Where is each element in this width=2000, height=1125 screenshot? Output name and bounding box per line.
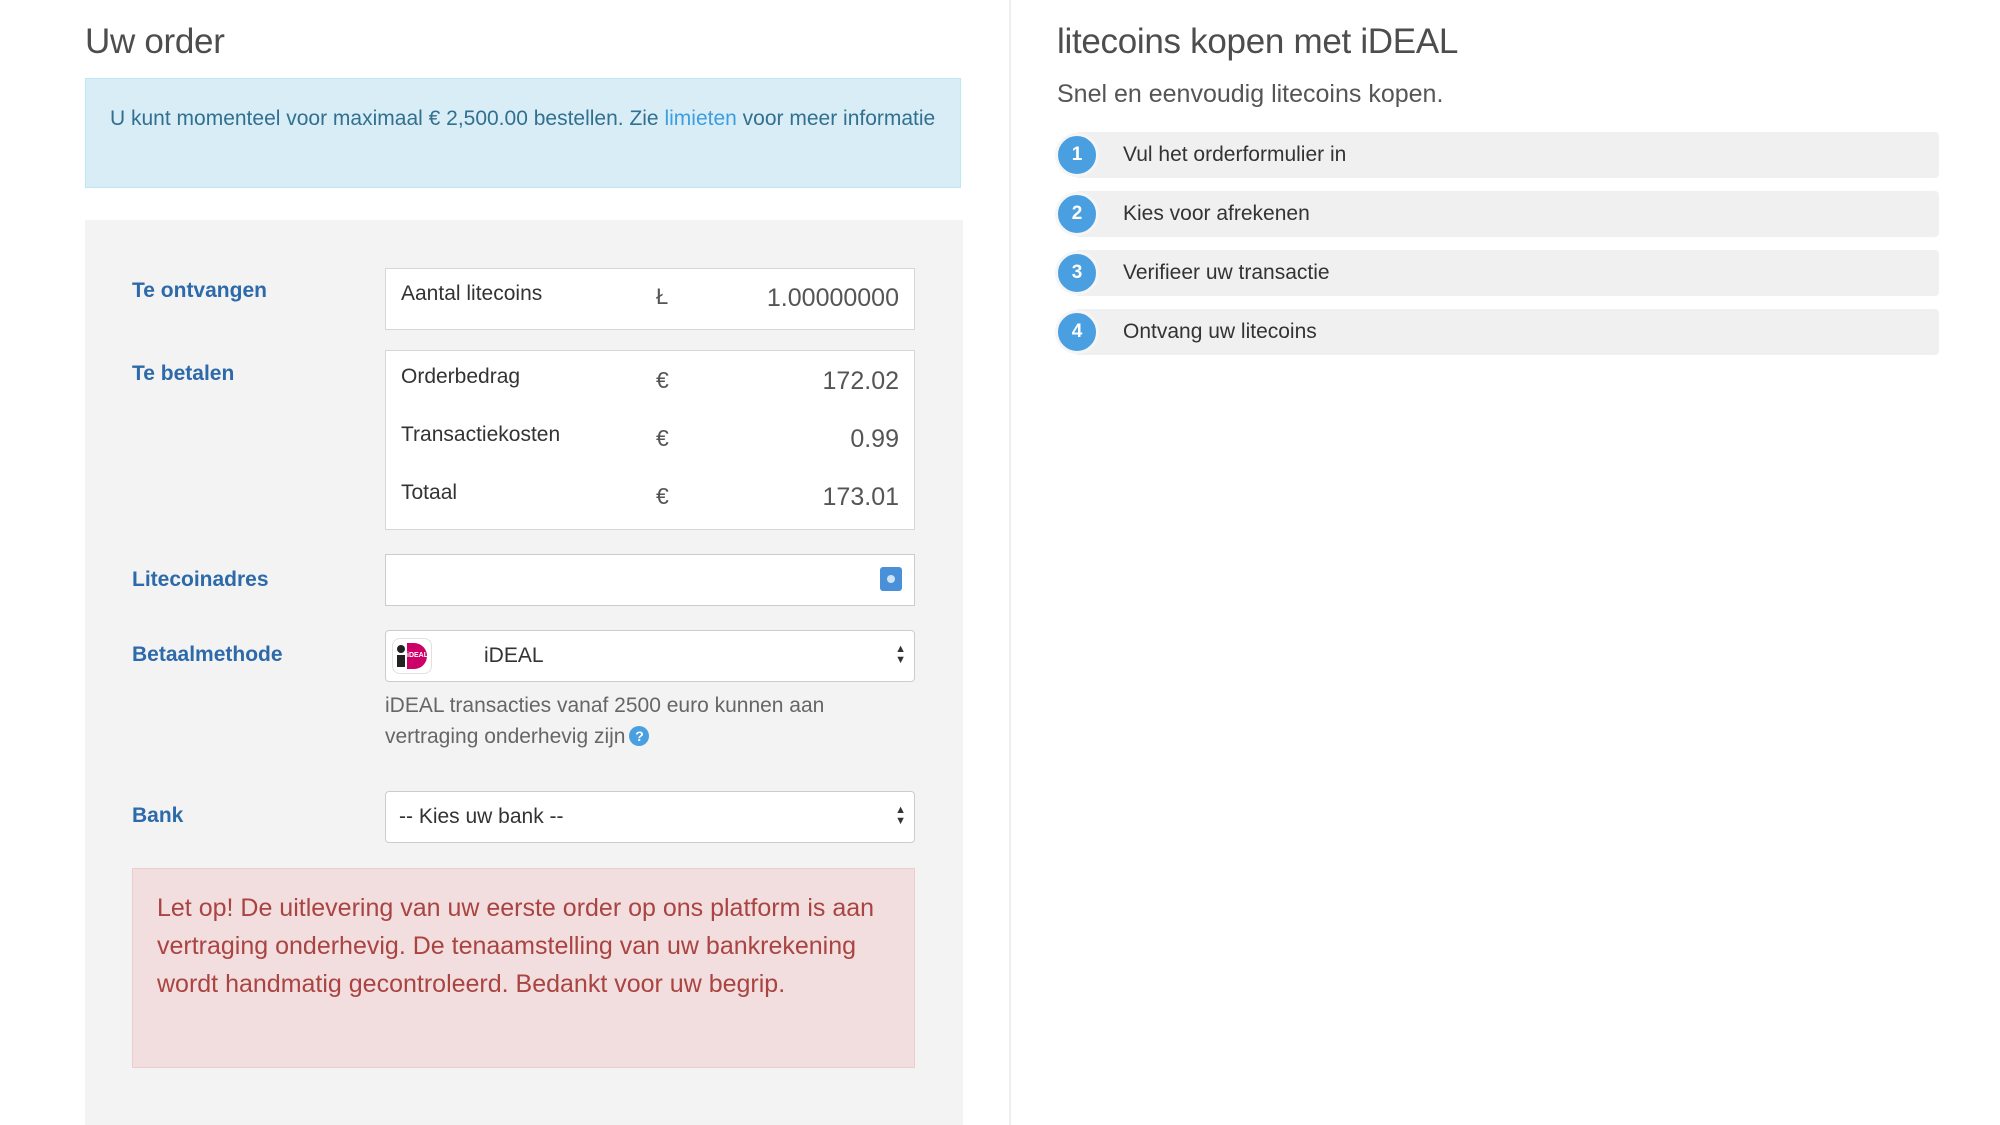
order-amount-value: 172.02 bbox=[822, 367, 899, 395]
help-icon[interactable]: ? bbox=[629, 726, 650, 746]
step-number-badge: 2 bbox=[1055, 192, 1099, 236]
step-text: Ontvang uw litecoins bbox=[1123, 320, 1317, 343]
ideal-logo-text: iDEAL bbox=[407, 643, 428, 669]
address-book-icon[interactable] bbox=[880, 567, 902, 591]
step-text: Kies voor afrekenen bbox=[1123, 202, 1310, 225]
bank-select-value: -- Kies uw bank -- bbox=[399, 805, 564, 828]
payment-method-help-text: iDEAL transacties vanaf 2500 euro kunnen… bbox=[385, 694, 825, 748]
pay-box: Orderbedrag € 172.02 Transactiekosten € … bbox=[385, 350, 915, 530]
pay-label: Te betalen bbox=[132, 362, 235, 385]
info-text-before: U kunt momenteel voor maximaal € 2,500.0… bbox=[110, 107, 665, 130]
litecoin-amount-row: Aantal litecoins Ł 1.00000000 bbox=[386, 282, 914, 322]
order-title: Uw order bbox=[85, 22, 225, 61]
bank-select[interactable]: -- Kies uw bank -- ▲ ▼ bbox=[385, 791, 915, 843]
receive-box: Aantal litecoins Ł 1.00000000 bbox=[385, 268, 915, 330]
payment-method-help: iDEAL transacties vanaf 2500 euro kunnen… bbox=[385, 690, 915, 752]
euro-icon: € bbox=[656, 425, 669, 451]
sidebar-title: litecoins kopen met iDEAL bbox=[1057, 22, 1459, 61]
total-row: Totaal € 173.01 bbox=[386, 481, 914, 521]
receive-label: Te ontvangen bbox=[132, 279, 267, 302]
payment-method-label: Betaalmethode bbox=[132, 643, 283, 666]
transaction-fee-value: 0.99 bbox=[850, 425, 899, 453]
litecoin-icon: Ł bbox=[656, 284, 669, 309]
info-text-after: voor meer informatie bbox=[736, 107, 936, 130]
transaction-fee-label: Transactiekosten bbox=[401, 423, 561, 446]
total-value: 173.01 bbox=[822, 483, 899, 511]
step-item: 2 Kies voor afrekenen bbox=[1055, 191, 1939, 237]
limits-link[interactable]: limieten bbox=[664, 107, 736, 130]
step-text: Vul het orderformulier in bbox=[1123, 143, 1347, 166]
litecoin-amount-value[interactable]: 1.00000000 bbox=[767, 284, 899, 313]
bank-label: Bank bbox=[132, 804, 184, 827]
step-text: Verifieer uw transactie bbox=[1123, 261, 1330, 284]
info-alert: U kunt momenteel voor maximaal € 2,500.0… bbox=[85, 78, 961, 188]
order-amount-label: Orderbedrag bbox=[401, 365, 521, 388]
column-divider bbox=[1009, 0, 1011, 1125]
euro-icon: € bbox=[656, 367, 669, 393]
address-label: Litecoinadres bbox=[132, 568, 269, 591]
order-form: Te ontvangen Aantal litecoins Ł 1.000000… bbox=[85, 220, 963, 1125]
transaction-fee-row: Transactiekosten € 0.99 bbox=[386, 423, 914, 463]
litecoin-amount-label: Aantal litecoins bbox=[401, 282, 543, 305]
payment-method-value: iDEAL bbox=[484, 644, 544, 667]
step-number-badge: 3 bbox=[1055, 251, 1099, 295]
euro-icon: € bbox=[656, 483, 669, 509]
first-order-warning: Let op! De uitlevering van uw eerste ord… bbox=[132, 868, 915, 1068]
payment-method-select[interactable]: iDEAL iDEAL ▲ ▼ bbox=[385, 630, 915, 682]
total-label: Totaal bbox=[401, 481, 458, 504]
step-number-badge: 1 bbox=[1055, 133, 1099, 177]
step-item: 1 Vul het orderformulier in bbox=[1055, 132, 1939, 178]
select-arrows-icon: ▲ ▼ bbox=[895, 643, 906, 666]
step-number-badge: 4 bbox=[1055, 310, 1099, 354]
sidebar-subtitle: Snel en eenvoudig litecoins kopen. bbox=[1057, 80, 1444, 108]
litecoin-address-input[interactable] bbox=[385, 554, 915, 606]
step-item: 4 Ontvang uw litecoins bbox=[1055, 309, 1939, 355]
step-item: 3 Verifieer uw transactie bbox=[1055, 250, 1939, 296]
ideal-logo-icon: iDEAL bbox=[392, 638, 432, 674]
select-arrows-icon: ▲ ▼ bbox=[895, 804, 906, 827]
order-amount-row: Orderbedrag € 172.02 bbox=[386, 365, 914, 405]
